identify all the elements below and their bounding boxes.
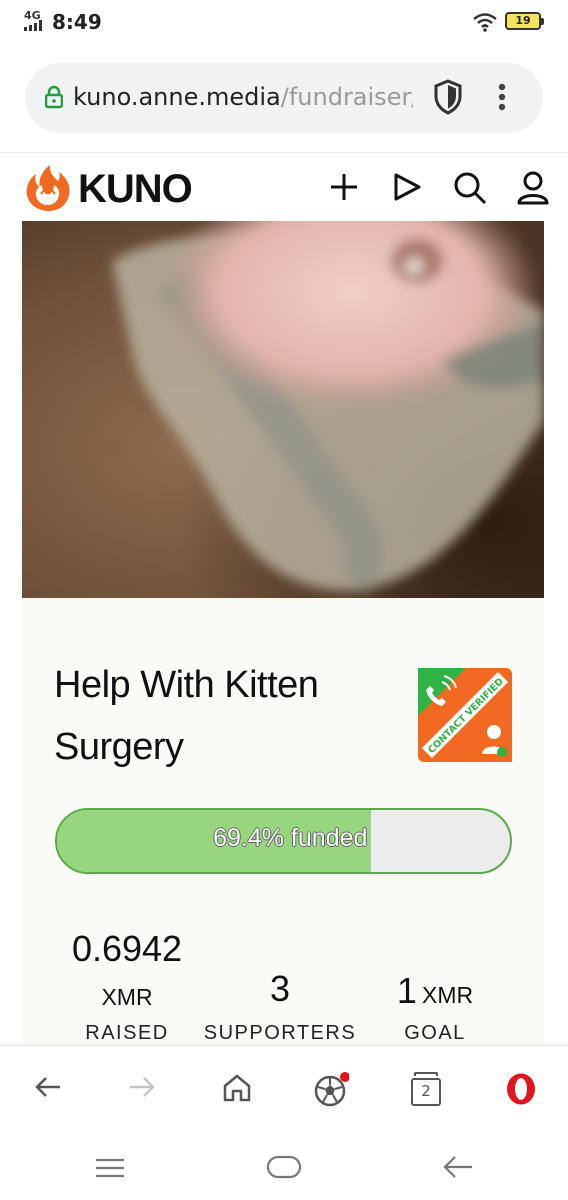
plus-icon[interactable] xyxy=(328,171,360,203)
raised-unit: XMR xyxy=(101,984,153,1010)
funding-progress-bar: 69.4% funded xyxy=(55,808,512,874)
signal-icon xyxy=(24,20,42,31)
fundraiser-photo xyxy=(22,221,544,599)
kuno-logo-icon[interactable] xyxy=(23,163,73,213)
fundraiser-title: Help With Kitten Surgery xyxy=(54,664,319,768)
shield-icon[interactable] xyxy=(433,79,463,115)
user-icon[interactable] xyxy=(516,171,550,205)
wifi-icon xyxy=(473,13,497,32)
goal-label: GOAL xyxy=(404,1022,466,1044)
opera-icon[interactable] xyxy=(505,1072,537,1106)
raised-amount: 0.6942 xyxy=(71,928,183,969)
url-path: /fundraiser/5 xyxy=(280,83,413,111)
search-icon[interactable] xyxy=(453,171,487,205)
raised-label: RAISED xyxy=(85,1022,169,1044)
site-header: KUNO xyxy=(0,152,568,222)
battery-indicator: 19 xyxy=(505,12,544,30)
soccer-ball-icon[interactable] xyxy=(313,1072,349,1108)
forward-icon[interactable] xyxy=(127,1072,157,1102)
fundraiser-card: Help With Kitten Surgery CONTACT VERIFIE… xyxy=(22,598,544,1058)
system-back-icon[interactable] xyxy=(442,1155,474,1179)
menu-lines-icon[interactable] xyxy=(95,1157,125,1179)
url-host: kuno.anne.media xyxy=(73,83,281,111)
goal-unit: XMR xyxy=(422,982,474,1008)
back-icon[interactable] xyxy=(33,1072,63,1102)
kitten-photo-image xyxy=(22,221,544,599)
progress-fill: 69.4% funded xyxy=(57,810,372,872)
lock-icon xyxy=(45,85,63,109)
system-navigation-bar xyxy=(0,1137,568,1200)
clock: 8:49 xyxy=(52,10,102,34)
tabs-icon[interactable]: 2 xyxy=(411,1072,441,1106)
goal-amount: 1 xyxy=(396,970,417,1011)
brand-name[interactable]: KUNO xyxy=(78,167,193,212)
home-icon[interactable] xyxy=(221,1072,253,1104)
status-bar: 4G 8:49 19 xyxy=(0,0,568,44)
browser-bottom-bar: 2 xyxy=(0,1045,568,1137)
tab-count: 2 xyxy=(411,1078,441,1106)
url-text[interactable]: kuno.anne.media/fundraiser/5 xyxy=(73,83,413,111)
play-icon[interactable] xyxy=(392,171,422,203)
supporters-count: 3 xyxy=(269,968,291,1009)
progress-label: 69.4% funded xyxy=(213,824,368,852)
contact-verified-badge-icon: CONTACT VERIFIED xyxy=(418,668,512,762)
supporters-label: SUPPORTERS xyxy=(203,1022,357,1044)
more-vert-icon[interactable] xyxy=(497,83,507,113)
home-pill-icon[interactable] xyxy=(266,1154,302,1180)
goal-value: 1 XMR xyxy=(360,970,510,1012)
address-bar[interactable]: kuno.anne.media/fundraiser/5 xyxy=(25,63,543,133)
